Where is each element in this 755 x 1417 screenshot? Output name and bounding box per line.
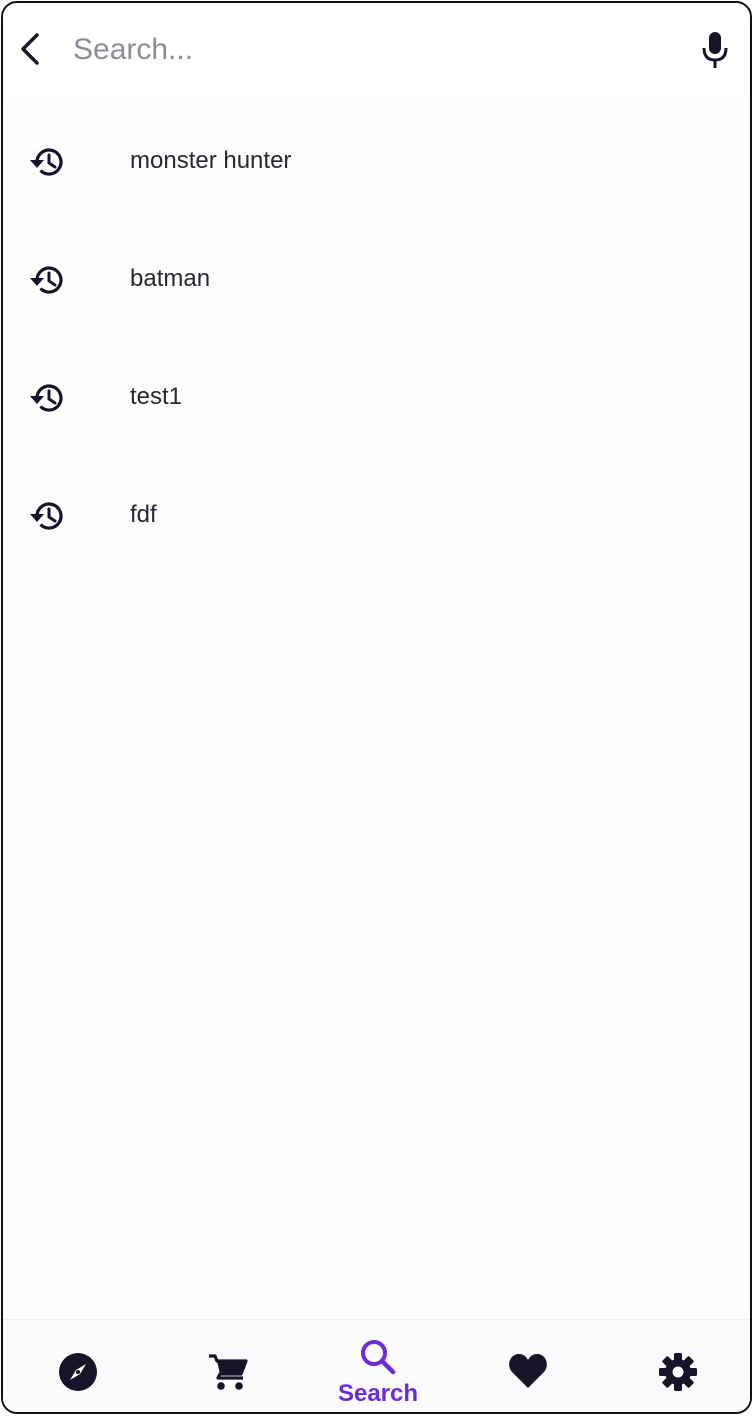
- history-item[interactable]: monster hunter: [3, 103, 750, 221]
- app-screen: monster hunter batman test1 f: [1, 1, 752, 1414]
- microphone-icon: [702, 32, 728, 68]
- back-arrow-icon: [21, 33, 39, 65]
- heart-icon: [509, 1354, 547, 1388]
- history-item[interactable]: batman: [3, 221, 750, 339]
- history-icon: [30, 384, 63, 412]
- history-item-label: test1: [130, 383, 183, 410]
- nav-label-search: Search: [337, 1380, 419, 1407]
- search-bar: [3, 3, 750, 99]
- search-history-list: monster hunter batman test1 fdf: [3, 103, 750, 575]
- history-item-label: batman: [130, 265, 211, 292]
- history-icon: [30, 148, 63, 176]
- history-icon: [30, 502, 63, 530]
- search-icon: [361, 1340, 396, 1375]
- nav-item-search[interactable]: Search: [303, 1320, 453, 1412]
- back-button[interactable]: [13, 27, 49, 71]
- history-item-label: fdf: [130, 501, 157, 528]
- nav-item-explore[interactable]: [3, 1320, 153, 1412]
- history-item-label: monster hunter: [130, 147, 292, 174]
- nav-item-settings[interactable]: [603, 1320, 750, 1412]
- compass-icon: [59, 1353, 97, 1391]
- history-item[interactable]: test1: [3, 339, 750, 457]
- gear-icon: [659, 1353, 697, 1391]
- nav-item-cart[interactable]: [153, 1320, 303, 1412]
- nav-item-favorites[interactable]: [453, 1320, 603, 1412]
- history-item[interactable]: fdf: [3, 457, 750, 575]
- search-input[interactable]: [73, 25, 673, 75]
- cart-icon: [209, 1354, 248, 1390]
- history-icon: [30, 266, 63, 294]
- voice-search-button[interactable]: [693, 27, 737, 73]
- bottom-navigation: Search: [3, 1319, 750, 1412]
